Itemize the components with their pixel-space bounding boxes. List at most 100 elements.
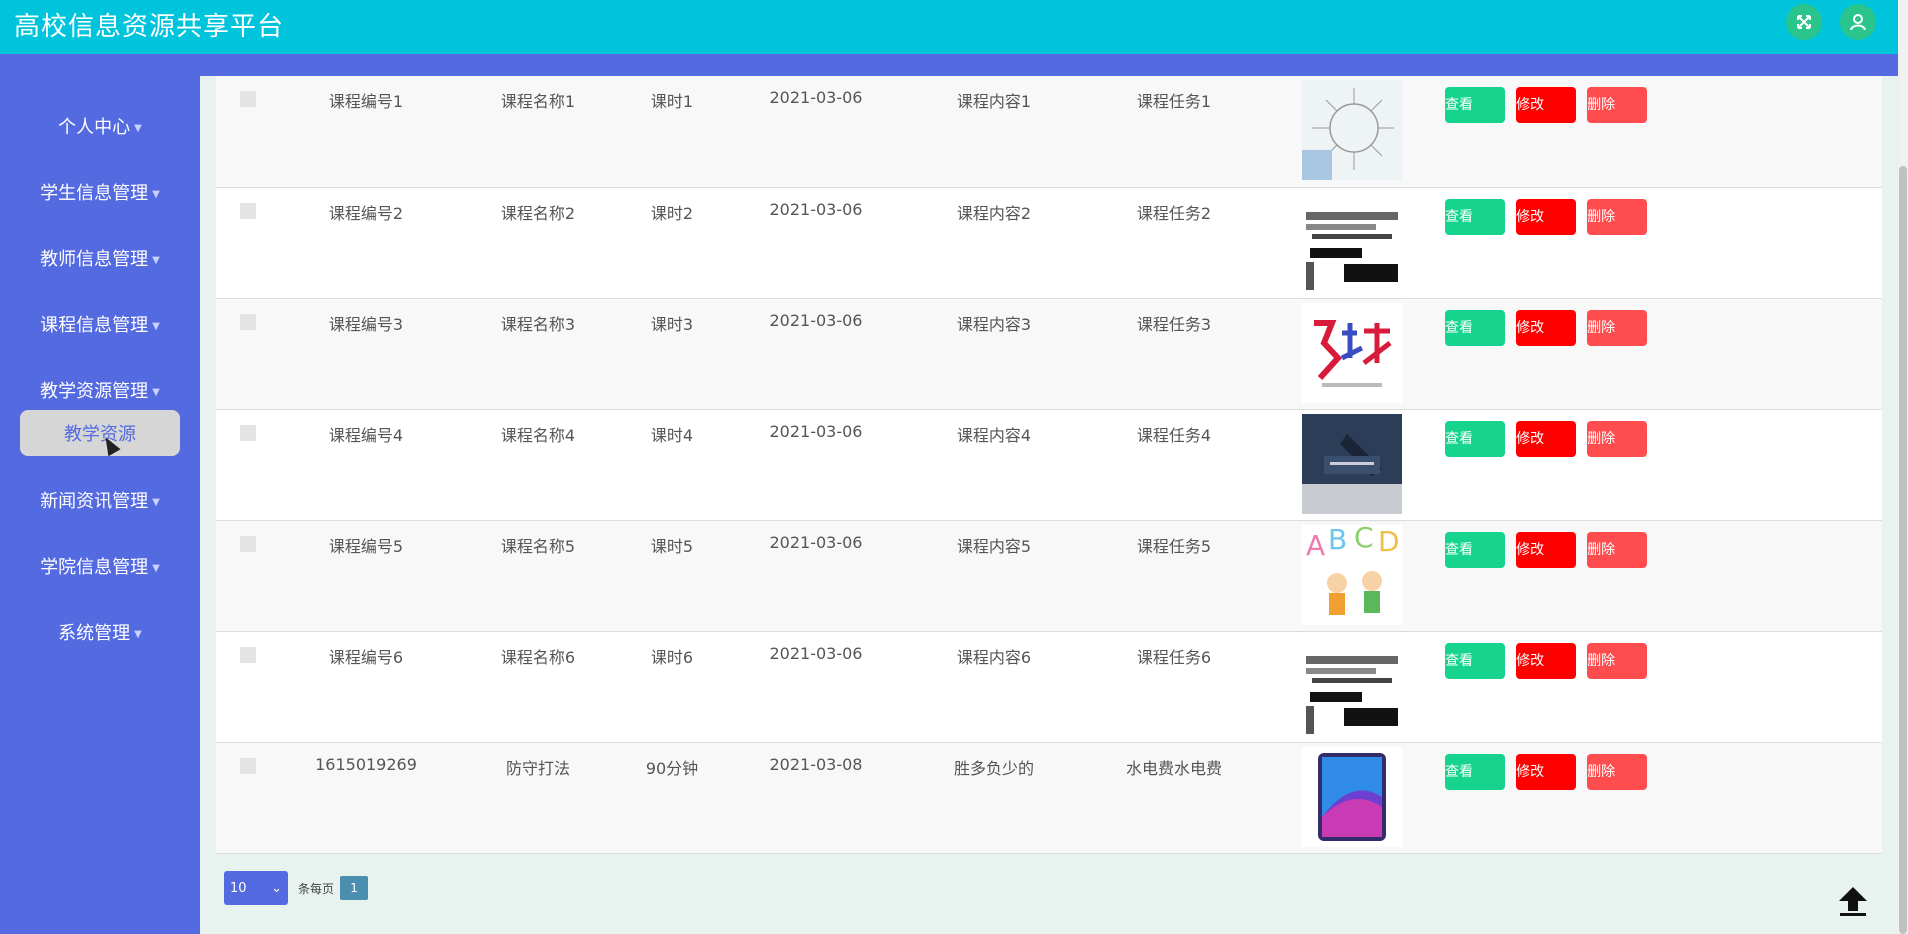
fitness-poster-image (1302, 302, 1402, 403)
cell-hours: 课时3 (650, 314, 694, 334)
vocabulary-words-image (1302, 191, 1402, 292)
main-content: 课程编号1 课程名称1 课时1 2021-03-06 课程内容1 课程任务1 查… (216, 76, 1882, 854)
cell-course-name: 防守打法 (505, 758, 570, 778)
row-checkbox[interactable] (240, 91, 256, 107)
view-button[interactable]: 查看 (1445, 642, 1505, 679)
table-row: 课程编号4 课程名称4 课时4 2021-03-06 课程内容4 课程任务4 查… (216, 409, 1882, 520)
table-row: 课程编号1 课程名称1 课时1 2021-03-06 课程内容1 课程任务1 查… (216, 76, 1882, 187)
delete-button[interactable]: 删除 (1587, 198, 1648, 235)
view-button[interactable]: 查看 (1445, 198, 1505, 235)
caret-down-icon: ▼ (134, 122, 142, 134)
chevron-down-icon: ⌄ (271, 880, 282, 896)
edit-button[interactable]: 修改 (1516, 531, 1577, 568)
cell-course-code: 课程编号1 (328, 92, 404, 111)
cell-content: 课程内容3 (956, 314, 1032, 334)
cell-date: 2021-03-06 (769, 643, 863, 663)
sidebar-item-student-info[interactable]: 学生信息管理 ▼ (0, 179, 200, 205)
cell-task: 水电费水电费 (1125, 758, 1222, 778)
back-to-top-button[interactable] (1836, 884, 1870, 918)
cell-hours: 90分钟 (645, 758, 699, 778)
businessman-image (1302, 413, 1402, 514)
cell-date: 2021-03-06 (769, 199, 863, 219)
delete-button[interactable]: 删除 (1587, 753, 1648, 790)
sidebar-item-teacher-info[interactable]: 教师信息管理 ▼ (0, 245, 200, 271)
view-button[interactable]: 查看 (1445, 753, 1505, 790)
pagination: 10 ⌄ 条每页 1 (224, 871, 369, 905)
cell-course-name: 课程名称5 (500, 536, 576, 556)
edit-button[interactable]: 修改 (1516, 309, 1577, 346)
view-button[interactable]: 查看 (1445, 531, 1505, 568)
svg-text:B: B (1328, 525, 1347, 556)
cell-task: 课程任务1 (1136, 92, 1212, 111)
vocabulary-words-image (1302, 635, 1402, 736)
page-size-select[interactable]: 10 ⌄ (224, 871, 288, 905)
caret-down-icon: ▼ (152, 320, 160, 332)
view-button[interactable]: 查看 (1445, 309, 1505, 346)
caret-down-icon: ▼ (152, 188, 160, 200)
cell-content: 课程内容5 (956, 536, 1032, 556)
cell-course-name: 课程名称4 (500, 425, 576, 445)
cell-hours: 课时2 (650, 203, 694, 223)
sidebar-item-teaching-resources[interactable]: 教学资源管理 ▼ (0, 377, 200, 403)
svg-text:D: D (1378, 525, 1400, 558)
resource-table: 课程编号1 课程名称1 课时1 2021-03-06 课程内容1 课程任务1 查… (216, 76, 1882, 854)
abcd-kids-image: ABCD (1302, 524, 1402, 625)
cell-task: 课程任务3 (1136, 314, 1212, 334)
sidebar-item-personal-center[interactable]: 个人中心 ▼ (0, 113, 200, 139)
caret-down-icon: ▼ (152, 496, 160, 508)
sidebar-item-college-info[interactable]: 学院信息管理 ▼ (0, 553, 200, 579)
cell-hours: 课时6 (650, 647, 694, 667)
row-checkbox[interactable] (240, 313, 256, 330)
cell-date: 2021-03-06 (769, 421, 863, 441)
row-checkbox[interactable] (240, 646, 256, 663)
edit-button[interactable]: 修改 (1516, 753, 1577, 790)
edit-button[interactable]: 修改 (1516, 642, 1577, 679)
app-title: 高校信息资源共享平台 (14, 12, 285, 42)
per-page-label: 条每页 (298, 881, 335, 896)
cell-date: 2021-03-08 (769, 754, 863, 774)
cell-task: 课程任务5 (1136, 536, 1212, 556)
sidebar-item-news[interactable]: 新闻资讯管理 ▼ (0, 487, 200, 513)
sidebar-item-course-info[interactable]: 课程信息管理 ▼ (0, 311, 200, 337)
scrollbar-thumb[interactable] (1899, 166, 1907, 934)
cell-task: 课程任务2 (1136, 203, 1212, 223)
arrow-up-icon (1839, 887, 1867, 916)
expand-icon (1797, 15, 1811, 29)
row-checkbox[interactable] (240, 424, 256, 441)
edit-button[interactable]: 修改 (1516, 87, 1577, 123)
cell-course-code: 课程编号5 (328, 536, 404, 556)
table-row: 课程编号5 课程名称5 课时5 2021-03-06 课程内容5 课程任务5 A… (216, 520, 1882, 631)
cell-course-code: 课程编号2 (328, 203, 404, 223)
row-checkbox[interactable] (240, 757, 256, 774)
cell-course-name: 课程名称6 (500, 647, 576, 667)
view-button[interactable]: 查看 (1445, 420, 1505, 457)
delete-button[interactable]: 删除 (1587, 420, 1648, 457)
cell-date: 2021-03-06 (769, 310, 863, 330)
cell-course-name: 课程名称1 (500, 92, 576, 111)
delete-button[interactable]: 删除 (1587, 531, 1648, 568)
row-checkbox[interactable] (240, 535, 256, 552)
caret-down-icon: ▼ (152, 386, 160, 398)
cell-content: 胜多负少的 (953, 758, 1034, 778)
row-checkbox[interactable] (240, 202, 256, 219)
edit-button[interactable]: 修改 (1516, 198, 1577, 235)
caret-down-icon: ▼ (152, 562, 160, 574)
sidebar-item-system[interactable]: 系统管理 ▼ (0, 619, 200, 645)
delete-button[interactable]: 删除 (1587, 87, 1648, 123)
cell-hours: 课时1 (650, 92, 694, 111)
view-button[interactable]: 查看 (1445, 87, 1505, 123)
cell-content: 课程内容4 (956, 425, 1032, 445)
delete-button[interactable]: 删除 (1587, 642, 1648, 679)
cell-course-code: 课程编号4 (328, 425, 404, 445)
cell-course-code: 课程编号3 (328, 314, 404, 334)
delete-button[interactable]: 删除 (1587, 309, 1648, 346)
user-button[interactable] (1840, 4, 1876, 40)
page-number-button[interactable]: 1 (340, 876, 369, 900)
edit-button[interactable]: 修改 (1516, 420, 1577, 457)
cell-content: 课程内容2 (956, 203, 1032, 223)
submenu-item-teaching-resource[interactable]: 教学资源 (20, 410, 180, 456)
cell-content: 课程内容6 (956, 647, 1032, 667)
fullscreen-button[interactable] (1786, 4, 1822, 40)
table-row: 课程编号2 课程名称2 课时2 2021-03-06 课程内容2 课程任务2 查… (216, 187, 1882, 298)
cell-date: 2021-03-06 (769, 532, 863, 552)
